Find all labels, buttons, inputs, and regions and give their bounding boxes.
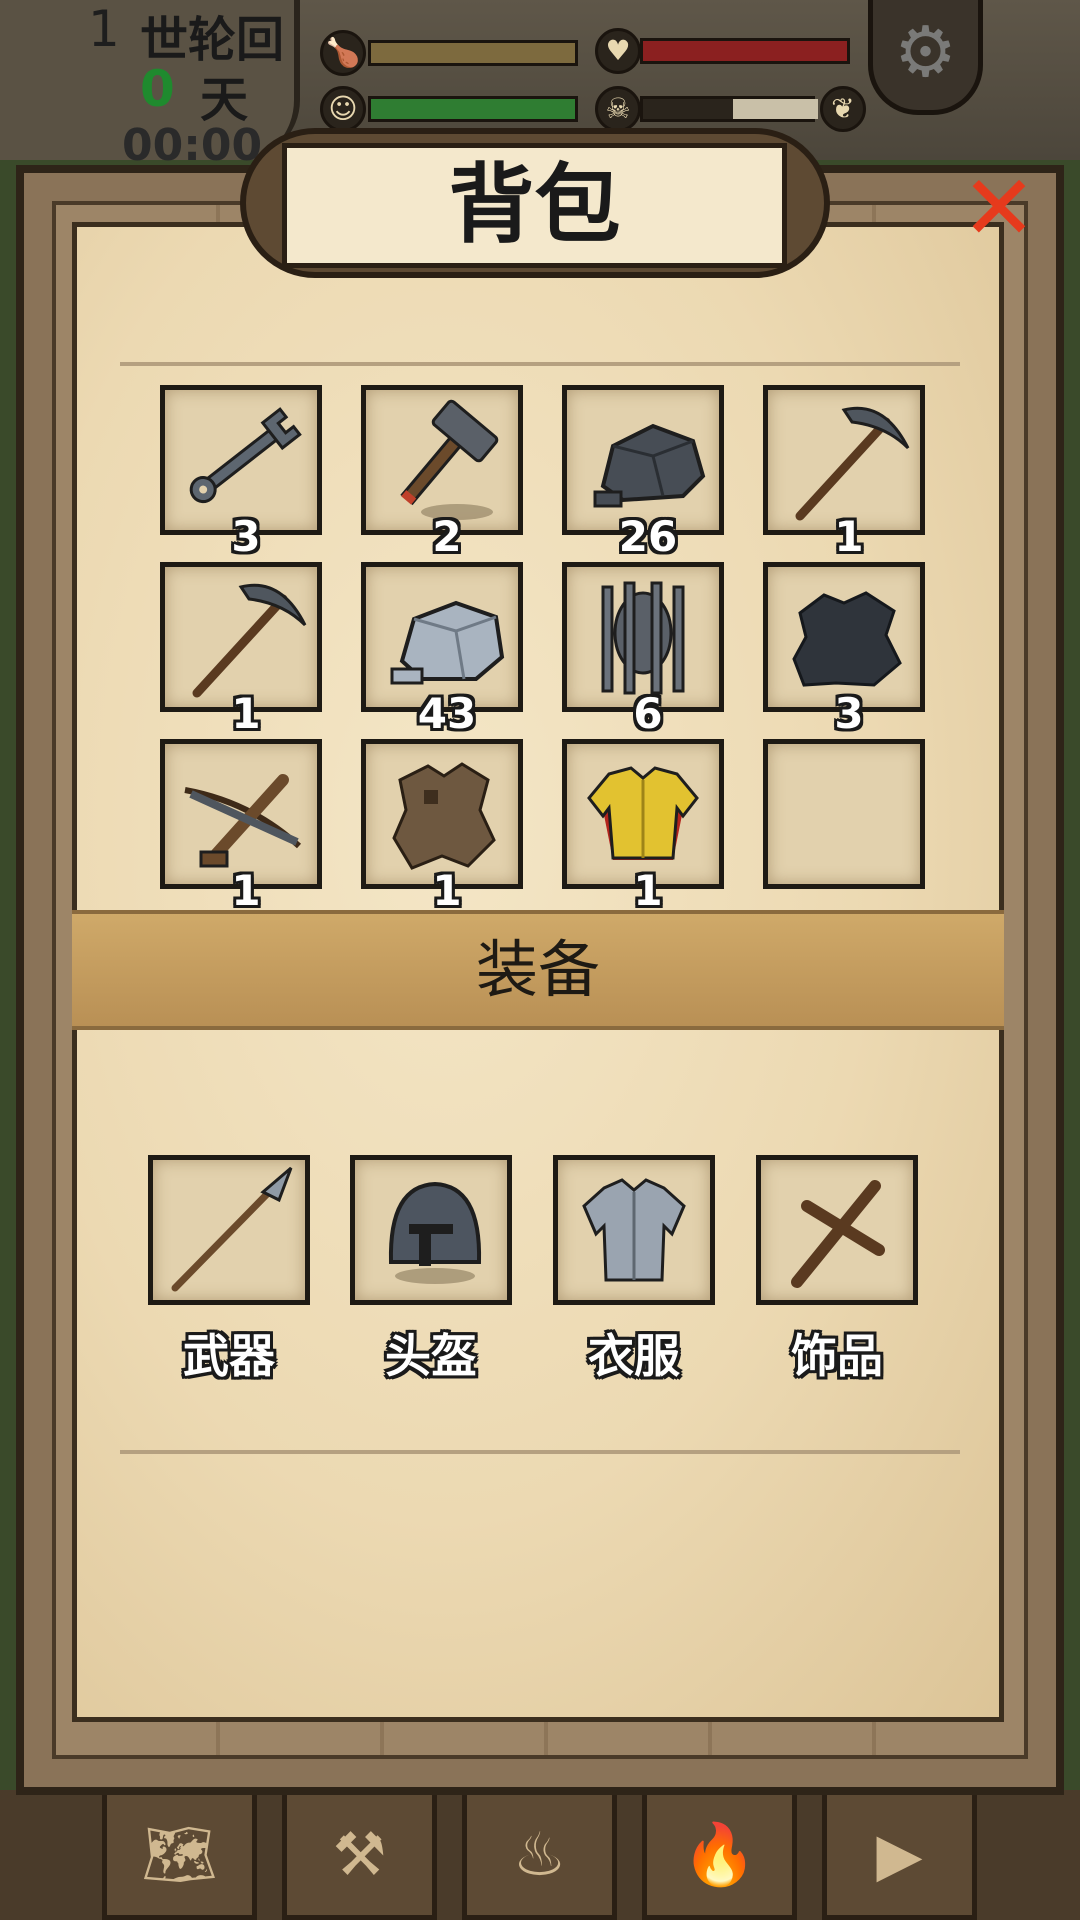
clothing-label: 衣服 <box>588 1329 680 1383</box>
hunger-bar-fill <box>371 43 575 63</box>
food-pot-icon: ♨ <box>512 1820 567 1890</box>
crafting-icon: ⚒ <box>332 1820 387 1890</box>
morality-bar-fill <box>733 99 818 119</box>
inventory-slot[interactable]: 2 <box>361 385 523 561</box>
time-panel: 1 世轮回 0 天 00:00 <box>0 0 300 171</box>
wings-icon: ❦ <box>820 86 866 132</box>
inventory-slot[interactable]: 1 <box>160 562 322 738</box>
inventory-slot[interactable]: 6 <box>562 562 724 738</box>
inventory-slot[interactable]: 1 <box>763 385 925 561</box>
health-bar <box>640 38 850 64</box>
crossbow-icon <box>184 774 302 868</box>
divider-bottom <box>120 1450 960 1454</box>
weapon-label: 武器 <box>183 1329 275 1383</box>
settings-button[interactable]: ⚙ <box>868 0 983 115</box>
inventory-slot[interactable]: 3 <box>160 385 322 561</box>
cooking-pot-icon: 🔥 <box>682 1820 757 1890</box>
inventory-slot[interactable]: 26 <box>562 385 724 561</box>
clothing-slot[interactable] <box>553 1155 715 1305</box>
inventory-slot[interactable]: 1 <box>562 739 724 915</box>
fur-pelt-icon <box>792 591 902 687</box>
sanity-bar-fill <box>371 99 575 119</box>
item-count: 1 <box>834 512 864 561</box>
video-tab[interactable]: ▶ <box>822 1790 977 1920</box>
brain-icon: ☺ <box>320 86 366 132</box>
close-x-icon: ✕ <box>961 156 1037 261</box>
item-count: 3 <box>231 512 261 561</box>
item-count: 1 <box>633 866 663 915</box>
inventory-slot[interactable]: 1 <box>361 739 523 915</box>
pickaxe-icon <box>795 406 910 521</box>
item-count: 1 <box>432 866 462 915</box>
page-title: 背包 <box>448 155 621 255</box>
iron-bars-icon <box>601 581 685 695</box>
helmet-label: 头盔 <box>385 1329 477 1383</box>
accessory-label: 饰品 <box>791 1329 883 1383</box>
cross-icon <box>791 1180 885 1288</box>
spear-icon <box>171 1166 293 1292</box>
item-count: 26 <box>618 512 678 561</box>
cooking-tab[interactable]: 🔥 <box>642 1790 797 1920</box>
pickaxe-icon <box>192 583 307 698</box>
item-count: 43 <box>417 689 477 738</box>
hunger-bar <box>368 40 578 66</box>
morality-bar <box>640 96 818 122</box>
heart-icon: ♥ <box>595 28 641 74</box>
accessory-slot[interactable] <box>756 1155 918 1305</box>
sanity-bar <box>368 96 578 122</box>
weapon-slot[interactable] <box>148 1155 310 1305</box>
crafting-tab[interactable]: ⚒ <box>282 1790 437 1920</box>
item-count: 2 <box>432 512 462 561</box>
video-icon: ▶ <box>876 1820 923 1890</box>
wrench-icon <box>189 407 302 504</box>
gold-armor-icon <box>587 766 699 860</box>
equipment-title: 装备 <box>475 933 600 1006</box>
hammer-icon <box>400 399 499 520</box>
divider-top <box>120 362 960 366</box>
map-tab[interactable]: 🗺 <box>102 1790 257 1920</box>
day-number: 0 <box>140 60 175 118</box>
inventory-slot[interactable]: 3 <box>763 562 925 738</box>
iron-ore-icon <box>390 600 505 685</box>
food-icon: 🍗 <box>320 30 366 76</box>
chest-armor-icon <box>582 1178 686 1282</box>
helmet-slot[interactable] <box>350 1155 512 1305</box>
title-plate: 背包 <box>282 143 787 268</box>
inventory-slot-empty[interactable] <box>763 739 925 889</box>
health-bar-fill <box>643 41 847 61</box>
item-count: 1 <box>231 689 261 738</box>
food-tab[interactable]: ♨ <box>462 1790 617 1920</box>
item-count: 3 <box>834 689 864 738</box>
leather-hide-icon <box>392 762 496 870</box>
gear-icon: ⚙ <box>894 11 957 93</box>
helmet-icon <box>388 1181 482 1284</box>
skull-icon: ☠ <box>595 86 641 132</box>
stone-icon <box>593 423 706 508</box>
clock: 00:00 <box>122 120 263 171</box>
equipment-header: 装备 <box>72 910 1004 1030</box>
close-button[interactable]: ✕ <box>960 164 1038 254</box>
map-icon: 🗺 <box>141 1820 218 1890</box>
item-count: 6 <box>633 689 663 738</box>
cycle-number: 1 <box>88 0 120 58</box>
item-count: 1 <box>231 866 261 915</box>
inventory-slot[interactable]: 1 <box>160 739 322 915</box>
inventory-slot[interactable]: 43 <box>361 562 523 738</box>
